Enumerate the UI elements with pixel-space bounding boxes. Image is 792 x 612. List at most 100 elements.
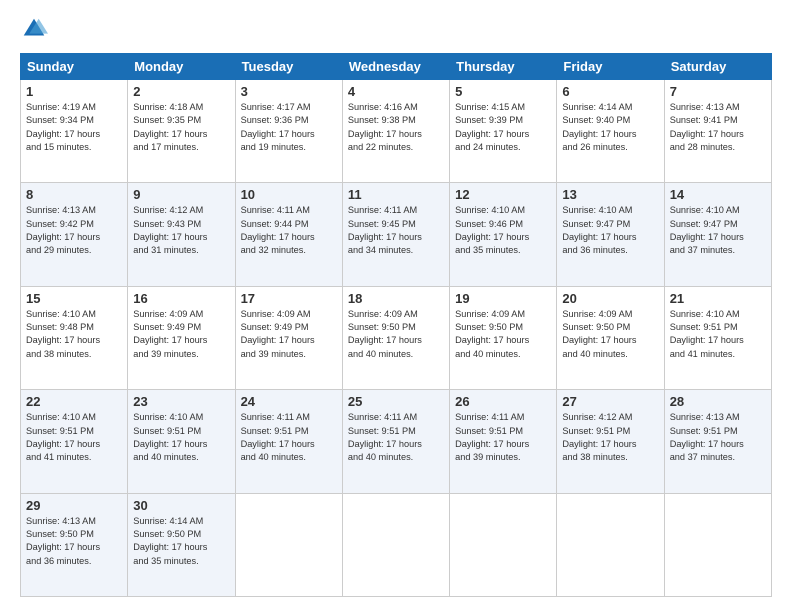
cell-info: Sunrise: 4:10 AMSunset: 9:51 PMDaylight:… bbox=[670, 308, 766, 361]
day-number: 21 bbox=[670, 291, 766, 306]
calendar-cell: 12 Sunrise: 4:10 AMSunset: 9:46 PMDayligh… bbox=[450, 183, 557, 286]
day-number: 14 bbox=[670, 187, 766, 202]
day-number: 7 bbox=[670, 84, 766, 99]
day-number: 5 bbox=[455, 84, 551, 99]
logo bbox=[20, 15, 52, 43]
day-number: 26 bbox=[455, 394, 551, 409]
cell-info: Sunrise: 4:12 AMSunset: 9:51 PMDaylight:… bbox=[562, 411, 658, 464]
cell-info: Sunrise: 4:13 AMSunset: 9:50 PMDaylight:… bbox=[26, 515, 122, 568]
day-number: 19 bbox=[455, 291, 551, 306]
calendar-cell: 13 Sunrise: 4:10 AMSunset: 9:47 PMDayligh… bbox=[557, 183, 664, 286]
calendar-cell: 2Sunrise: 4:18 AMSunset: 9:35 PMDaylight… bbox=[128, 80, 235, 183]
calendar-cell bbox=[450, 493, 557, 596]
calendar-cell: 20 Sunrise: 4:09 AMSunset: 9:50 PMDayligh… bbox=[557, 286, 664, 389]
calendar-cell: 29 Sunrise: 4:13 AMSunset: 9:50 PMDayligh… bbox=[21, 493, 128, 596]
calendar-cell: 5 Sunrise: 4:15 AMSunset: 9:39 PMDaylight… bbox=[450, 80, 557, 183]
cell-info: Sunrise: 4:10 AMSunset: 9:46 PMDaylight:… bbox=[455, 204, 551, 257]
cell-info: Sunrise: 4:17 AMSunset: 9:36 PMDaylight:… bbox=[241, 101, 337, 154]
day-number: 2 bbox=[133, 84, 229, 99]
day-number: 13 bbox=[562, 187, 658, 202]
calendar-cell: 7 Sunrise: 4:13 AMSunset: 9:41 PMDaylight… bbox=[664, 80, 771, 183]
calendar-cell: 30 Sunrise: 4:14 AMSunset: 9:50 PMDayligh… bbox=[128, 493, 235, 596]
cell-info: Sunrise: 4:09 AMSunset: 9:49 PMDaylight:… bbox=[133, 308, 229, 361]
cell-info: Sunrise: 4:09 AMSunset: 9:50 PMDaylight:… bbox=[562, 308, 658, 361]
weekday-header: Wednesday bbox=[342, 54, 449, 80]
cell-info: Sunrise: 4:11 AMSunset: 9:51 PMDaylight:… bbox=[241, 411, 337, 464]
calendar-cell: 22 Sunrise: 4:10 AMSunset: 9:51 PMDayligh… bbox=[21, 390, 128, 493]
cell-info: Sunrise: 4:13 AMSunset: 9:41 PMDaylight:… bbox=[670, 101, 766, 154]
calendar-cell: 28 Sunrise: 4:13 AMSunset: 9:51 PMDayligh… bbox=[664, 390, 771, 493]
day-number: 16 bbox=[133, 291, 229, 306]
day-number: 24 bbox=[241, 394, 337, 409]
cell-info: Sunrise: 4:10 AMSunset: 9:51 PMDaylight:… bbox=[26, 411, 122, 464]
cell-info: Sunrise: 4:10 AMSunset: 9:47 PMDaylight:… bbox=[670, 204, 766, 257]
calendar-cell: 19Sunrise: 4:09 AMSunset: 9:50 PMDayligh… bbox=[450, 286, 557, 389]
cell-info: Sunrise: 4:09 AMSunset: 9:50 PMDaylight:… bbox=[348, 308, 444, 361]
day-number: 18 bbox=[348, 291, 444, 306]
weekday-header: Friday bbox=[557, 54, 664, 80]
cell-info: Sunrise: 4:13 AMSunset: 9:42 PMDaylight:… bbox=[26, 204, 122, 257]
cell-info: Sunrise: 4:11 AMSunset: 9:45 PMDaylight:… bbox=[348, 204, 444, 257]
day-number: 10 bbox=[241, 187, 337, 202]
calendar-cell: 25 Sunrise: 4:11 AMSunset: 9:51 PMDayligh… bbox=[342, 390, 449, 493]
weekday-header: Saturday bbox=[664, 54, 771, 80]
calendar-cell: 21 Sunrise: 4:10 AMSunset: 9:51 PMDayligh… bbox=[664, 286, 771, 389]
calendar-table: SundayMondayTuesdayWednesdayThursdayFrid… bbox=[20, 53, 772, 597]
calendar-cell: 1 Sunrise: 4:19 AMSunset: 9:34 PMDaylight… bbox=[21, 80, 128, 183]
calendar-cell bbox=[664, 493, 771, 596]
day-number: 30 bbox=[133, 498, 229, 513]
cell-info: Sunrise: 4:16 AMSunset: 9:38 PMDaylight:… bbox=[348, 101, 444, 154]
calendar-cell: 18 Sunrise: 4:09 AMSunset: 9:50 PMDayligh… bbox=[342, 286, 449, 389]
cell-info: Sunrise: 4:15 AMSunset: 9:39 PMDaylight:… bbox=[455, 101, 551, 154]
cell-info: Sunrise: 4:12 AMSunset: 9:43 PMDaylight:… bbox=[133, 204, 229, 257]
calendar-cell: 27Sunrise: 4:12 AMSunset: 9:51 PMDayligh… bbox=[557, 390, 664, 493]
day-number: 25 bbox=[348, 394, 444, 409]
calendar-cell: 14 Sunrise: 4:10 AMSunset: 9:47 PMDayligh… bbox=[664, 183, 771, 286]
cell-info: Sunrise: 4:19 AMSunset: 9:34 PMDaylight:… bbox=[26, 101, 122, 154]
cell-info: Sunrise: 4:14 AMSunset: 9:50 PMDaylight:… bbox=[133, 515, 229, 568]
day-number: 3 bbox=[241, 84, 337, 99]
day-number: 9 bbox=[133, 187, 229, 202]
day-number: 12 bbox=[455, 187, 551, 202]
day-number: 17 bbox=[241, 291, 337, 306]
day-number: 22 bbox=[26, 394, 122, 409]
calendar-cell: 15Sunrise: 4:10 AMSunset: 9:48 PMDayligh… bbox=[21, 286, 128, 389]
calendar-cell: 24 Sunrise: 4:11 AMSunset: 9:51 PMDayligh… bbox=[235, 390, 342, 493]
calendar-cell: 16 Sunrise: 4:09 AMSunset: 9:49 PMDayligh… bbox=[128, 286, 235, 389]
weekday-header: Thursday bbox=[450, 54, 557, 80]
calendar-cell: 11 Sunrise: 4:11 AMSunset: 9:45 PMDayligh… bbox=[342, 183, 449, 286]
calendar-cell: 6 Sunrise: 4:14 AMSunset: 9:40 PMDaylight… bbox=[557, 80, 664, 183]
cell-info: Sunrise: 4:14 AMSunset: 9:40 PMDaylight:… bbox=[562, 101, 658, 154]
day-number: 8 bbox=[26, 187, 122, 202]
calendar-cell: 23 Sunrise: 4:10 AMSunset: 9:51 PMDayligh… bbox=[128, 390, 235, 493]
day-number: 15 bbox=[26, 291, 122, 306]
day-number: 23 bbox=[133, 394, 229, 409]
calendar-cell: 8 Sunrise: 4:13 AMSunset: 9:42 PMDaylight… bbox=[21, 183, 128, 286]
calendar-cell bbox=[342, 493, 449, 596]
calendar-cell bbox=[235, 493, 342, 596]
cell-info: Sunrise: 4:13 AMSunset: 9:51 PMDaylight:… bbox=[670, 411, 766, 464]
calendar-cell: 10 Sunrise: 4:11 AMSunset: 9:44 PMDayligh… bbox=[235, 183, 342, 286]
calendar-cell: 9 Sunrise: 4:12 AMSunset: 9:43 PMDaylight… bbox=[128, 183, 235, 286]
day-number: 20 bbox=[562, 291, 658, 306]
calendar-cell: 17 Sunrise: 4:09 AMSunset: 9:49 PMDayligh… bbox=[235, 286, 342, 389]
day-number: 28 bbox=[670, 394, 766, 409]
weekday-header: Monday bbox=[128, 54, 235, 80]
cell-info: Sunrise: 4:11 AMSunset: 9:51 PMDaylight:… bbox=[455, 411, 551, 464]
calendar-cell: 26 Sunrise: 4:11 AMSunset: 9:51 PMDayligh… bbox=[450, 390, 557, 493]
cell-info: Sunrise: 4:09 AMSunset: 9:49 PMDaylight:… bbox=[241, 308, 337, 361]
cell-info: Sunrise: 4:10 AMSunset: 9:51 PMDaylight:… bbox=[133, 411, 229, 464]
day-number: 1 bbox=[26, 84, 122, 99]
calendar-cell: 4Sunrise: 4:16 AMSunset: 9:38 PMDaylight… bbox=[342, 80, 449, 183]
cell-info: Sunrise: 4:11 AMSunset: 9:51 PMDaylight:… bbox=[348, 411, 444, 464]
cell-info: Sunrise: 4:11 AMSunset: 9:44 PMDaylight:… bbox=[241, 204, 337, 257]
logo-icon bbox=[20, 15, 48, 43]
weekday-header: Tuesday bbox=[235, 54, 342, 80]
day-number: 29 bbox=[26, 498, 122, 513]
calendar-cell: 3 Sunrise: 4:17 AMSunset: 9:36 PMDaylight… bbox=[235, 80, 342, 183]
day-number: 11 bbox=[348, 187, 444, 202]
cell-info: Sunrise: 4:10 AMSunset: 9:47 PMDaylight:… bbox=[562, 204, 658, 257]
page: SundayMondayTuesdayWednesdayThursdayFrid… bbox=[0, 0, 792, 612]
day-number: 6 bbox=[562, 84, 658, 99]
weekday-header: Sunday bbox=[21, 54, 128, 80]
